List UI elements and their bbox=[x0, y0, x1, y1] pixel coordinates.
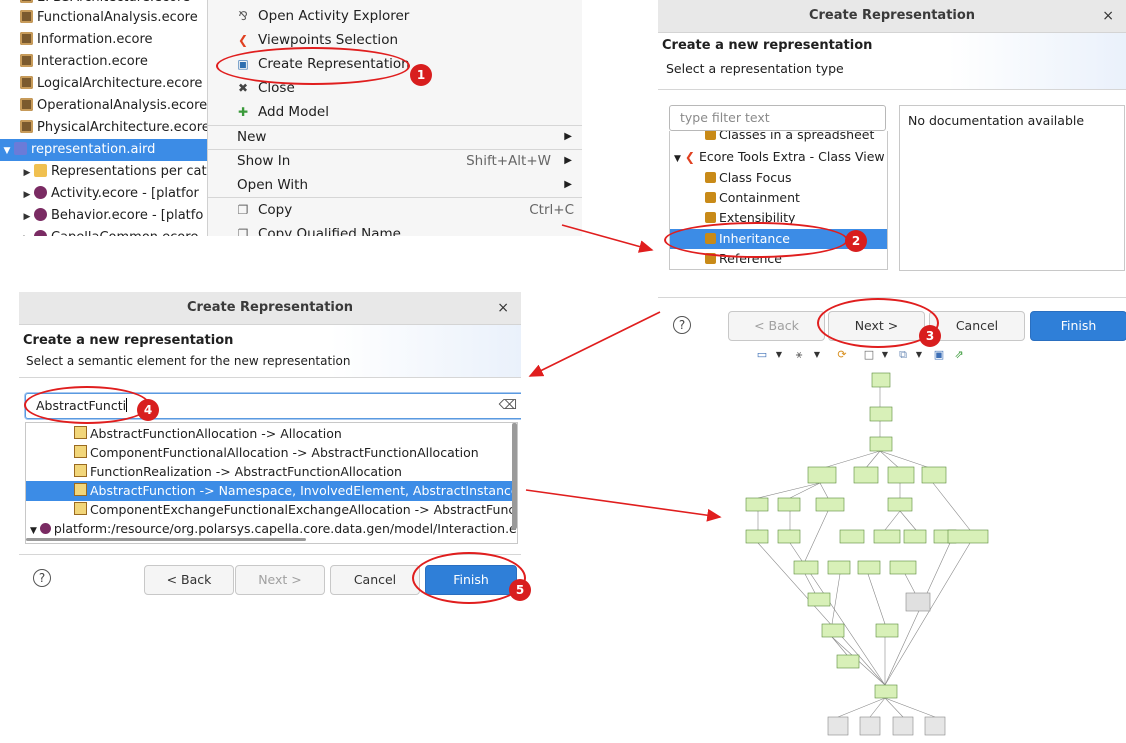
annotation-overlay bbox=[525, 224, 722, 522]
step-badge-2: 2 bbox=[845, 230, 867, 252]
arrow-to-diagram bbox=[525, 489, 722, 522]
arrow-to-dialog1 bbox=[561, 224, 654, 253]
step-badge-5: 5 bbox=[509, 579, 531, 601]
highlight-ring-1 bbox=[216, 47, 410, 85]
highlight-ring-5 bbox=[412, 552, 526, 604]
highlight-ring-4 bbox=[24, 386, 150, 424]
arrow-to-dialog2 bbox=[528, 311, 661, 377]
highlight-ring-2 bbox=[664, 222, 848, 258]
step-badge-3: 3 bbox=[919, 325, 941, 347]
step-badge-1: 1 bbox=[410, 64, 432, 86]
step-badge-4: 4 bbox=[137, 399, 159, 421]
